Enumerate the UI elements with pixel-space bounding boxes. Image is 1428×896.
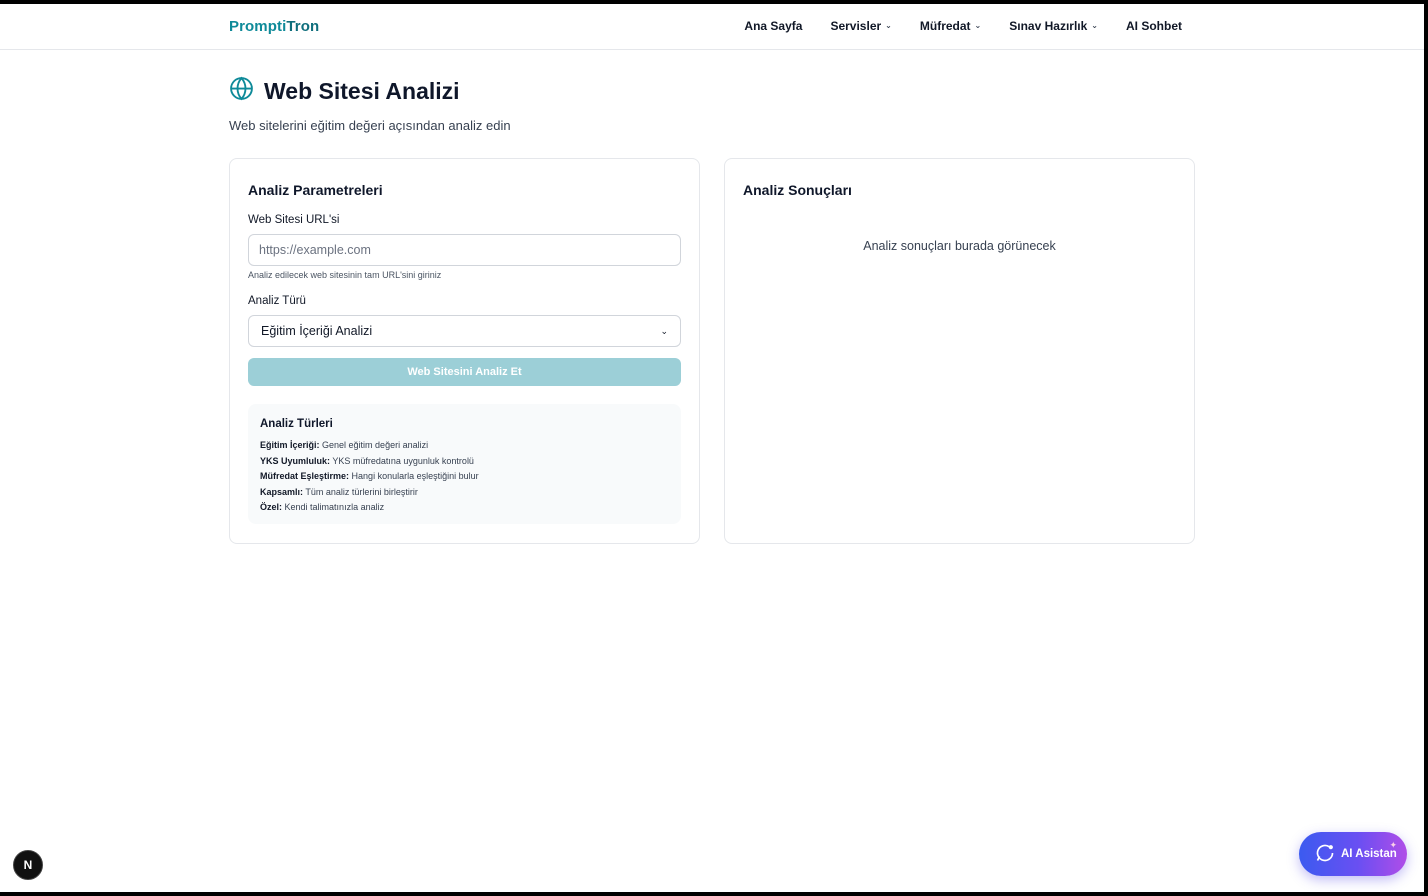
top-navbar: PromptiTron Ana Sayfa Servisler ⌄ Müfred… xyxy=(0,4,1424,50)
select-value: Eğitim İçeriği Analizi xyxy=(261,324,373,338)
info-item: Özel: Kendi talimatınızla analiz xyxy=(260,500,669,516)
info-item: Kapsamlı: Tüm analiz türlerini birleştir… xyxy=(260,485,669,501)
analysis-results-card: Analiz Sonuçları Analiz sonuçları burada… xyxy=(724,158,1195,544)
nav-item-ai-sohbet[interactable]: AI Sohbet xyxy=(1126,19,1182,33)
results-empty-state: Analiz sonuçları burada görünecek xyxy=(863,239,1056,253)
nav-label: Müfredat xyxy=(919,19,971,33)
nav-label: Ana Sayfa xyxy=(744,19,803,33)
analysis-types-info-box: Analiz Türleri Eğitim İçeriği: Genel eği… xyxy=(248,404,681,524)
button-label: Web Sitesini Analiz Et xyxy=(407,366,522,378)
assistant-label: AI Asistan xyxy=(1341,848,1397,860)
info-item-name: YKS Uyumluluk: xyxy=(260,455,331,466)
info-item-desc: Tüm analiz türlerini birleştirir xyxy=(305,486,418,497)
main-nav: Ana Sayfa Servisler ⌄ Müfredat ⌄ Sınav H… xyxy=(744,19,1182,33)
globe-icon xyxy=(229,76,254,106)
info-item-name: Özel: xyxy=(260,502,283,512)
url-label: Web Sitesi URL'si xyxy=(248,214,340,226)
info-item-desc: Genel eğitim değeri analizi xyxy=(322,440,429,450)
info-item-name: Kapsamlı: xyxy=(260,486,304,497)
info-title: Analiz Türleri xyxy=(260,418,333,430)
info-item-desc: Hangi konularla eşleştiğini bulur xyxy=(351,471,479,481)
nav-label: Servisler xyxy=(830,19,882,33)
chevron-down-icon: ⌄ xyxy=(974,20,982,30)
page-subtitle: Web sitelerini eğitim değeri açısından a… xyxy=(229,118,511,133)
badge-letter: N xyxy=(23,858,33,872)
page-title: Web Sitesi Analizi xyxy=(264,77,460,104)
info-item: YKS Uyumluluk: YKS müfredatına uygunluk … xyxy=(260,454,669,470)
chevron-down-icon: ⌄ xyxy=(1091,20,1098,30)
info-item-name: Müfredat Eşleştirme: xyxy=(260,471,350,481)
analysis-type-select[interactable]: Eğitim İçeriği Analizi ⌄ xyxy=(248,315,681,347)
url-hint: Analiz edilecek web sitesinin tam URL'si… xyxy=(248,270,442,280)
chevron-down-icon: ⌄ xyxy=(885,20,892,30)
brand-part-2: Tron xyxy=(286,18,320,35)
nav-item-sinav-hazirlik[interactable]: Sınav Hazırlık ⌄ xyxy=(1009,19,1098,33)
analysis-params-card: Analiz Parametreleri Web Sitesi URL'si A… xyxy=(229,158,700,544)
nav-label: Sınav Hazırlık xyxy=(1009,19,1088,33)
ai-assistant-button[interactable]: AI Asistan ✦ xyxy=(1299,832,1407,876)
info-item-desc: YKS müfredatına uygunluk kontrolü xyxy=(332,455,474,466)
analyze-website-button[interactable]: Web Sitesini Analiz Et xyxy=(248,358,681,386)
page-header: Web Sitesi Analizi xyxy=(229,76,460,106)
info-item: Müfredat Eşleştirme: Hangi konularla eşl… xyxy=(260,469,669,485)
url-input[interactable] xyxy=(248,234,681,266)
analysis-type-label: Analiz Türü xyxy=(248,295,306,307)
info-item: Eğitim İçeriği: Genel eğitim değeri anal… xyxy=(260,438,669,454)
info-item-name: Eğitim İçeriği: xyxy=(260,440,320,450)
nav-item-ana-sayfa[interactable]: Ana Sayfa xyxy=(744,19,802,33)
nav-item-servisler[interactable]: Servisler ⌄ xyxy=(830,19,891,33)
results-card-title: Analiz Sonuçları xyxy=(743,182,852,198)
chat-bubble-icon xyxy=(1315,843,1335,866)
browser-viewport: PromptiTron Ana Sayfa Servisler ⌄ Müfred… xyxy=(0,4,1424,892)
dev-tools-badge[interactable]: N xyxy=(13,850,43,880)
nav-item-mufredat[interactable]: Müfredat ⌄ xyxy=(920,19,981,33)
params-card-title: Analiz Parametreleri xyxy=(248,182,383,198)
chevron-down-icon: ⌄ xyxy=(660,325,668,336)
sparkle-icon: ✦ xyxy=(1389,840,1397,850)
nav-label: AI Sohbet xyxy=(1126,19,1182,33)
brand-part-1: Prompti xyxy=(229,18,287,35)
brand-logo[interactable]: PromptiTron xyxy=(229,18,319,35)
info-item-desc: Kendi talimatınızla analiz xyxy=(284,502,385,512)
